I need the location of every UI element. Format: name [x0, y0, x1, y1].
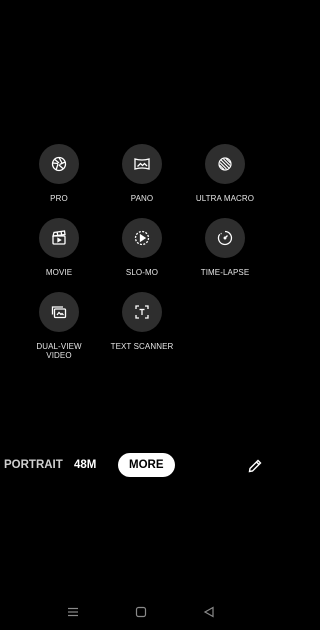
- mode-pano-label: PANO: [130, 194, 154, 203]
- nav-back-button[interactable]: [201, 604, 217, 620]
- mode-pano-circle[interactable]: [122, 144, 162, 184]
- camera-more-modes-screen: PRO PANO ULTRA MACRO MOVIE SLO-MO TIME-L…: [0, 0, 284, 630]
- mode-slo-mo-circle[interactable]: [122, 218, 162, 258]
- mode-slo-mo-label: SLO-MO: [125, 268, 159, 277]
- mode-text-scanner-circle[interactable]: [122, 292, 162, 332]
- mode-ultra-macro[interactable]: ULTRA MACRO: [180, 144, 270, 203]
- mode-dual-view-video-label-line2: VIDEO: [46, 351, 72, 360]
- mode-text-scanner[interactable]: TEXT SCANNER: [97, 292, 187, 351]
- nav-menu-button[interactable]: [65, 604, 81, 620]
- panorama-icon: [134, 158, 150, 170]
- home-square-icon: [135, 606, 147, 618]
- pencil-icon: [248, 459, 262, 473]
- mode-movie[interactable]: MOVIE: [14, 218, 104, 277]
- mode-text-scanner-label: TEXT SCANNER: [110, 342, 174, 351]
- mode-dual-view-video-label: DUAL-VIEW VIDEO: [14, 342, 104, 360]
- mode-selector-bar: PORTRAIT 48M MORE: [0, 453, 284, 477]
- menu-icon: [68, 607, 78, 617]
- mode-pro-circle[interactable]: [39, 144, 79, 184]
- clapperboard-icon: [52, 230, 66, 245]
- macro-icon: [218, 157, 232, 171]
- mode-slo-mo[interactable]: SLO-MO: [97, 218, 187, 277]
- mode-tab-portrait[interactable]: PORTRAIT: [4, 453, 63, 477]
- mode-grid: PRO PANO ULTRA MACRO MOVIE SLO-MO TIME-L…: [0, 0, 284, 400]
- mode-time-lapse-label: TIME-LAPSE: [200, 268, 250, 277]
- mode-tab-more[interactable]: MORE: [118, 453, 175, 477]
- mode-movie-label: MOVIE: [45, 268, 73, 277]
- mode-dual-view-video-label-line1: DUAL-VIEW: [36, 342, 82, 351]
- mode-ultra-macro-label: ULTRA MACRO: [195, 194, 255, 203]
- mode-ultra-macro-circle[interactable]: [205, 144, 245, 184]
- mode-dual-view-video-circle[interactable]: [39, 292, 79, 332]
- aperture-icon: [51, 156, 67, 172]
- mode-tab-48m[interactable]: 48M: [74, 453, 96, 477]
- mode-dual-view-video[interactable]: DUAL-VIEW VIDEO: [14, 292, 104, 360]
- edit-modes-button[interactable]: [246, 457, 264, 475]
- mode-time-lapse-circle[interactable]: [205, 218, 245, 258]
- text-scanner-icon: [135, 305, 149, 319]
- mode-movie-circle[interactable]: [39, 218, 79, 258]
- dual-view-icon: [51, 306, 67, 319]
- mode-time-lapse[interactable]: TIME-LAPSE: [180, 218, 270, 277]
- mode-pano[interactable]: PANO: [97, 144, 187, 203]
- mode-pro[interactable]: PRO: [14, 144, 104, 203]
- nav-home-button[interactable]: [133, 604, 149, 620]
- system-navigation-bar: [0, 600, 284, 624]
- back-triangle-icon: [203, 606, 214, 618]
- timelapse-icon: [217, 230, 233, 246]
- mode-pro-label: PRO: [50, 194, 68, 203]
- slow-motion-icon: [134, 230, 150, 246]
